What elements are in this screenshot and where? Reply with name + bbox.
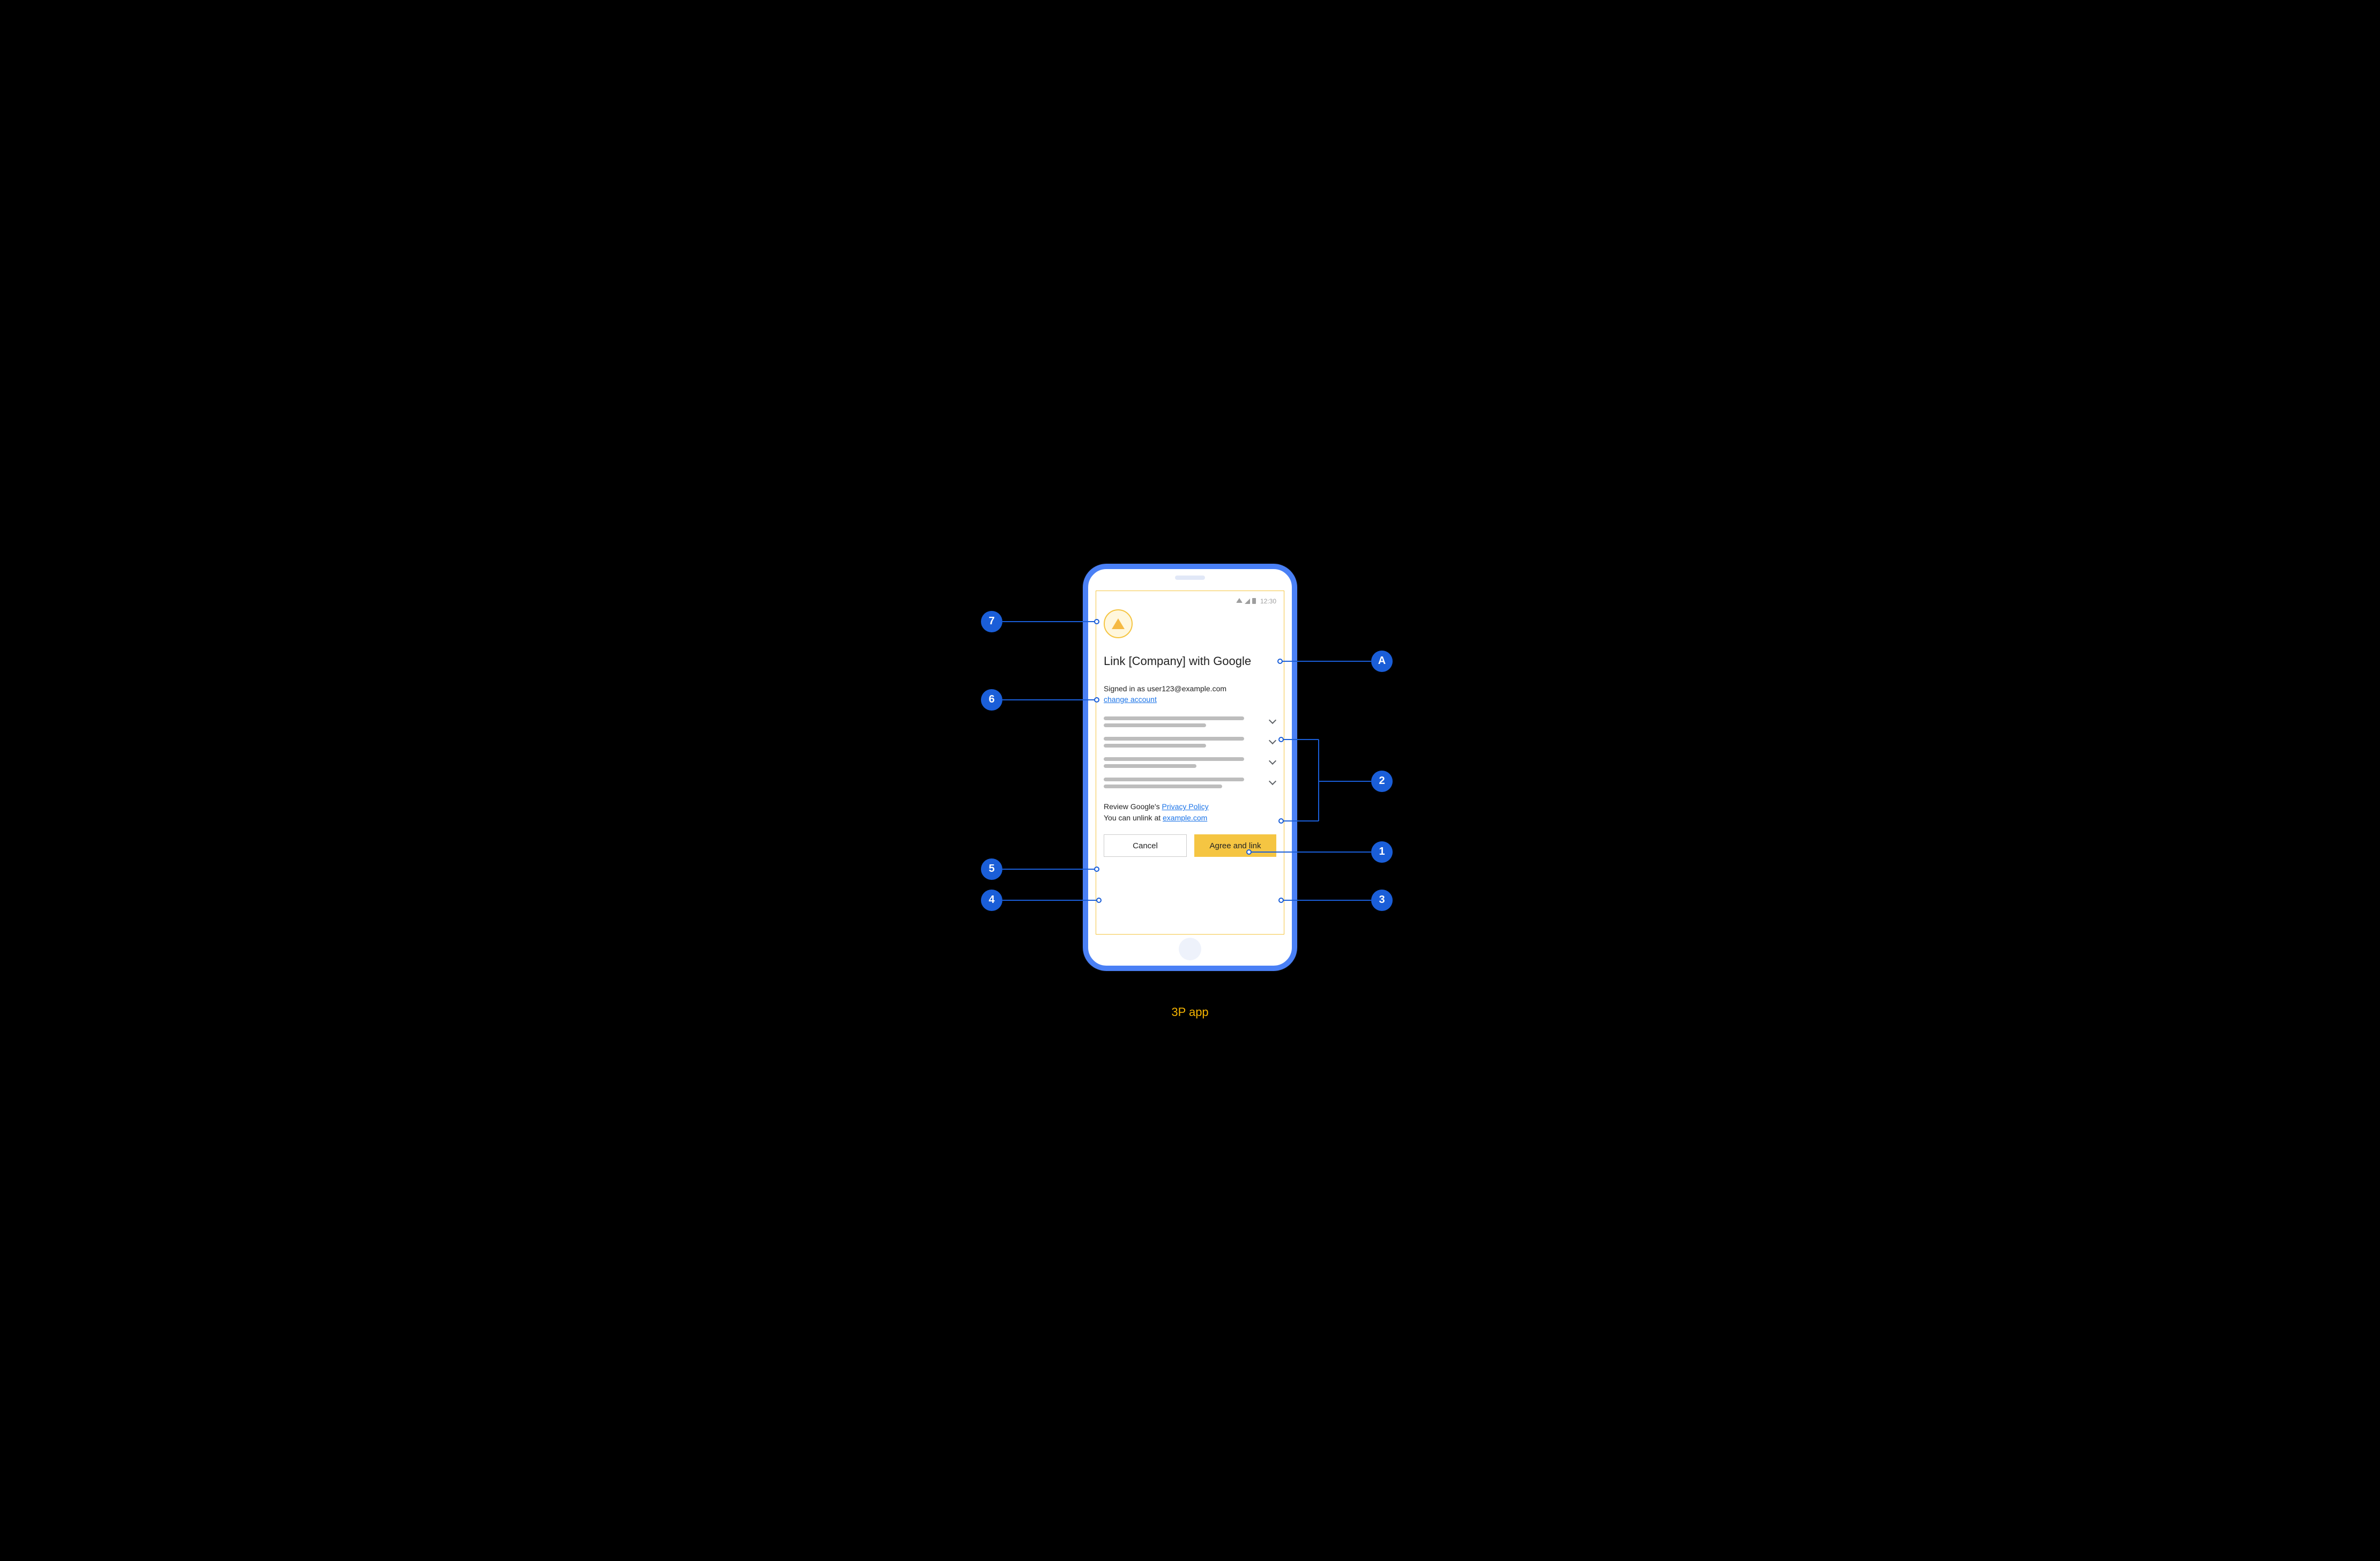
leader-endpoint — [1094, 867, 1099, 872]
leader-endpoint — [1246, 849, 1252, 855]
leader-endpoint — [1278, 818, 1284, 824]
diagram-caption: 3P app — [1171, 1005, 1208, 1019]
callout-1: 1 — [1371, 841, 1393, 863]
callout-A: A — [1371, 651, 1393, 672]
leader-endpoint — [1096, 898, 1102, 903]
leader-endpoint — [1278, 737, 1284, 742]
leader-endpoint — [1277, 659, 1283, 664]
leader-lines — [825, 542, 1555, 998]
leader-endpoint — [1094, 697, 1099, 703]
callout-2: 2 — [1371, 771, 1393, 792]
diagram-stage: 12:30 Link [Company] with Google Signed … — [825, 542, 1555, 998]
leader-endpoint — [1278, 898, 1284, 903]
callout-4: 4 — [981, 890, 1002, 911]
callout-5: 5 — [981, 858, 1002, 880]
callout-3: 3 — [1371, 890, 1393, 911]
callout-7: 7 — [981, 611, 1002, 632]
callout-6: 6 — [981, 689, 1002, 711]
leader-endpoint — [1094, 619, 1099, 624]
